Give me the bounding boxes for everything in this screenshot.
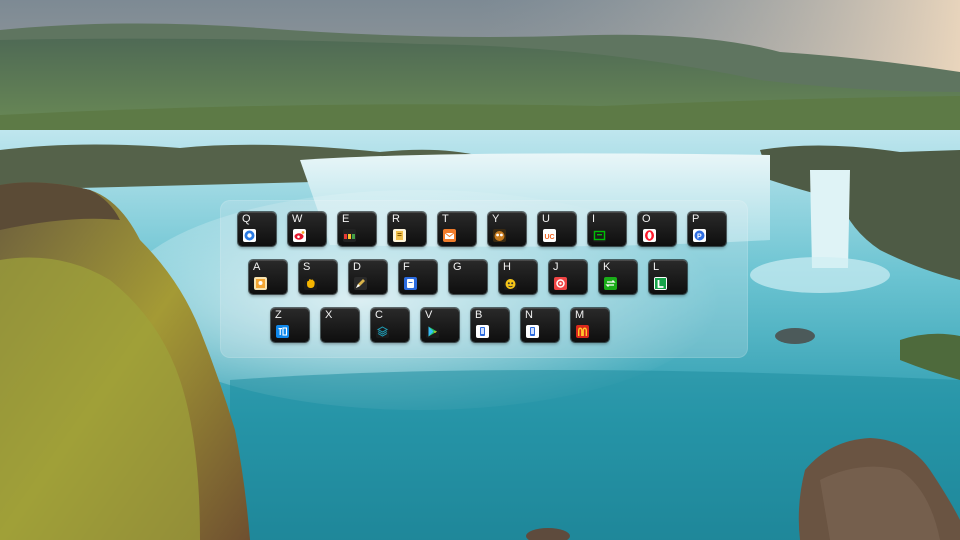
key-letter: K	[603, 261, 611, 273]
phone-app-icon	[526, 325, 539, 338]
pinduoduo-icon: P	[693, 229, 706, 242]
key-y[interactable]: Y	[488, 212, 526, 246]
key-k[interactable]: K	[599, 260, 637, 294]
l-app-icon	[654, 277, 667, 290]
key-letter: I	[592, 213, 596, 225]
key-letter: P	[692, 213, 700, 225]
key-c[interactable]: C	[371, 308, 409, 342]
key-letter: S	[303, 261, 311, 273]
key-letter: D	[353, 261, 361, 273]
mail-app-icon	[443, 229, 456, 242]
key-u[interactable]: U UC	[538, 212, 576, 246]
key-letter: Y	[492, 213, 500, 225]
key-w[interactable]: W	[288, 212, 326, 246]
key-letter: B	[475, 309, 483, 321]
svg-text:UC: UC	[545, 234, 555, 241]
key-letter: Z	[275, 309, 282, 321]
key-o[interactable]: O	[638, 212, 676, 246]
key-e[interactable]: E	[338, 212, 376, 246]
key-letter: A	[253, 261, 261, 273]
mcdonalds-icon	[576, 325, 589, 338]
pet-app-icon	[504, 277, 517, 290]
pen-app-icon	[354, 277, 367, 290]
key-a[interactable]: A	[249, 260, 287, 294]
key-letter: M	[575, 309, 585, 321]
key-letter: V	[425, 309, 433, 321]
key-j[interactable]: J	[549, 260, 587, 294]
key-letter: L	[653, 261, 660, 273]
key-letter: E	[342, 213, 350, 225]
key-n[interactable]: N	[521, 308, 559, 342]
key-letter: R	[392, 213, 400, 225]
key-letter: O	[642, 213, 651, 225]
key-letter: T	[442, 213, 449, 225]
doc-app-icon	[393, 229, 406, 242]
key-g[interactable]: G	[449, 260, 487, 294]
play-app-icon	[426, 325, 439, 338]
key-l[interactable]: L	[649, 260, 687, 294]
ring-app-icon	[554, 277, 567, 290]
key-i[interactable]: I	[588, 212, 626, 246]
key-z[interactable]: Z	[271, 308, 309, 342]
key-letter: W	[292, 213, 303, 225]
key-letter: X	[325, 309, 333, 321]
file-app-icon	[404, 277, 417, 290]
key-b[interactable]: B	[471, 308, 509, 342]
key-v[interactable]: V	[421, 308, 459, 342]
key-t[interactable]: T	[438, 212, 476, 246]
key-p[interactable]: P P	[688, 212, 726, 246]
key-q[interactable]: Q	[238, 212, 276, 246]
opera-icon	[643, 229, 656, 242]
key-r[interactable]: R	[388, 212, 426, 246]
key-s[interactable]: S	[299, 260, 337, 294]
key-m[interactable]: M	[571, 308, 609, 342]
key-h[interactable]: H	[499, 260, 537, 294]
key-letter: G	[453, 261, 462, 273]
iqiyi-icon	[593, 229, 606, 242]
uc-browser-icon: UC	[543, 229, 556, 242]
key-f[interactable]: F	[399, 260, 437, 294]
key-letter: N	[525, 309, 533, 321]
key-letter: Q	[242, 213, 251, 225]
key-x[interactable]: X	[321, 308, 359, 342]
key-letter: F	[403, 261, 410, 273]
chrome-icon	[243, 229, 256, 242]
key-letter: J	[553, 261, 559, 273]
bars-app-icon	[343, 229, 356, 242]
owl-app-icon	[493, 229, 506, 242]
key-letter: U	[542, 213, 550, 225]
weibo-icon	[293, 229, 306, 242]
key-letter: H	[503, 261, 511, 273]
zhihu-icon	[276, 325, 289, 338]
phone-app-icon	[476, 325, 489, 338]
sync-app-icon	[604, 277, 617, 290]
photo-app-icon	[254, 277, 267, 290]
svg-text:P: P	[697, 234, 702, 241]
hand-app-icon	[304, 277, 317, 290]
key-letter: C	[375, 309, 383, 321]
key-d[interactable]: D	[349, 260, 387, 294]
layers-app-icon	[376, 325, 389, 338]
